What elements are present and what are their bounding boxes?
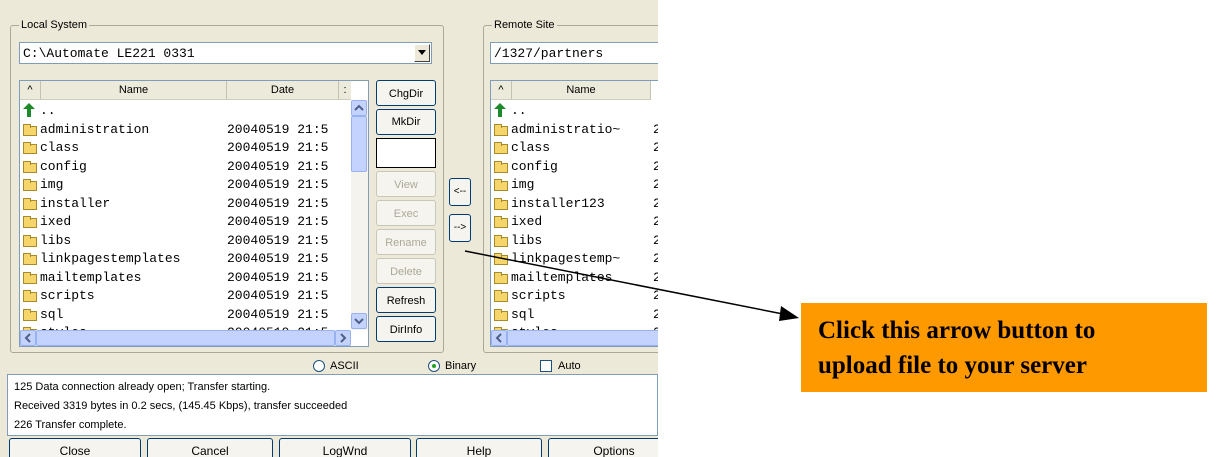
callout-line-1: Click this arrow button to bbox=[818, 317, 1096, 344]
instruction-callout: Click this arrow button to upload file t… bbox=[801, 303, 1207, 392]
callout-line-2: upload file to your server bbox=[818, 352, 1087, 379]
